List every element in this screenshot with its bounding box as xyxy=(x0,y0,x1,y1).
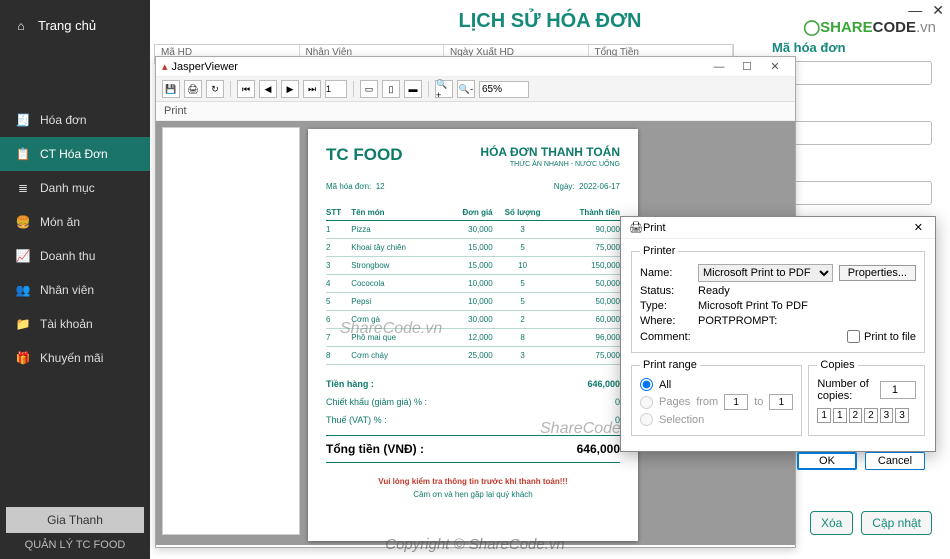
to-input[interactable] xyxy=(769,394,793,410)
update-button[interactable]: Cập nhật xyxy=(861,511,932,535)
viewer-sublabel: Print xyxy=(156,102,795,121)
nav-home[interactable]: ⌂ Trang chủ xyxy=(0,0,150,43)
viewer-close[interactable]: ✕ xyxy=(761,60,789,73)
nav-invoice-detail[interactable]: 📋CT Hóa Đơn xyxy=(0,137,150,171)
viewer-minimize[interactable]: — xyxy=(705,61,733,73)
collate-preview: 112233 xyxy=(817,408,916,423)
nav-home-label: Trang chủ xyxy=(38,18,96,33)
form-field-3[interactable] xyxy=(772,181,932,205)
zoom-in-icon[interactable]: 🔍+ xyxy=(435,80,453,98)
nav-invoice[interactable]: 🧾Hóa đơn xyxy=(0,103,150,137)
refresh-icon[interactable]: ↻ xyxy=(206,80,224,98)
nav-revenue[interactable]: 📈Doanh thu xyxy=(0,239,150,273)
table-row: 3Strongbow15,00010150,000 xyxy=(326,257,620,275)
last-page-icon[interactable]: ⏭ xyxy=(303,80,321,98)
actual-size-icon[interactable]: ▭ xyxy=(360,80,378,98)
first-page-icon[interactable]: ⏮ xyxy=(237,80,255,98)
detail-icon: 📋 xyxy=(16,147,30,161)
cancel-button[interactable]: Cancel xyxy=(865,452,925,470)
ok-button[interactable]: OK xyxy=(797,452,857,470)
invoice-note: Vui lòng kiểm tra thông tin trước khi th… xyxy=(326,477,620,486)
copies-input[interactable] xyxy=(880,381,916,399)
nav-food[interactable]: 🍔Món ăn xyxy=(0,205,150,239)
invoice-title: HÓA ĐƠN THANH TOÁN xyxy=(480,145,620,159)
table-row: 5Pepsi10,000550,000 xyxy=(326,293,620,311)
print-icon[interactable]: 🖨 xyxy=(184,80,202,98)
table-row: 8Cơm cháy25,000375,000 xyxy=(326,347,620,365)
nav-staff[interactable]: 👥Nhân viên xyxy=(0,273,150,307)
from-input[interactable] xyxy=(724,394,748,410)
print-to-file-check[interactable] xyxy=(847,330,860,343)
print-title: Print xyxy=(643,222,910,234)
folder-icon: 📁 xyxy=(16,317,30,331)
viewer-toolbar: 💾 🖨 ↻ ⏮ ◀ ▶ ⏭ ▭ ▯ ▬ 🔍+ 🔍- xyxy=(156,77,795,102)
invoice-icon: 🧾 xyxy=(16,113,30,127)
viewer-title: JasperViewer xyxy=(172,61,705,73)
current-user[interactable]: Gia Thanh xyxy=(6,507,144,533)
invoice-id-label: Mã hóa đơn xyxy=(772,40,932,55)
prev-page-icon[interactable]: ◀ xyxy=(259,80,277,98)
print-dialog: 🖨 Print ✕ Printer Name: Microsoft Print … xyxy=(620,216,936,452)
fit-page-icon[interactable]: ▯ xyxy=(382,80,400,98)
table-row: 7Phô mai que12,000896,000 xyxy=(326,329,620,347)
copies-fieldset: Copies Number of copies: 112233 xyxy=(808,359,925,436)
zoom-out-icon[interactable]: 🔍- xyxy=(457,80,475,98)
app-brand: QUẢN LÝ TC FOOD xyxy=(0,533,150,559)
chart-icon: 📈 xyxy=(16,249,30,263)
invoice-brand: TC FOOD xyxy=(326,145,403,168)
page-title: LỊCH SỬ HÓA ĐƠN xyxy=(150,10,950,33)
range-all[interactable] xyxy=(640,378,653,391)
nav-promo[interactable]: 🎁Khuyến mãi xyxy=(0,341,150,375)
properties-button[interactable]: Properties... xyxy=(839,265,916,281)
gift-icon: 🎁 xyxy=(16,351,30,365)
nav-category[interactable]: ≣Danh mục xyxy=(0,171,150,205)
fit-width-icon[interactable]: ▬ xyxy=(404,80,422,98)
copyright-watermark: Copyright © ShareCode.vn xyxy=(385,536,564,553)
invoice-page: TC FOOD HÓA ĐƠN THANH TOÁN THỨC ĂN NHANH… xyxy=(308,129,638,541)
viewer-maximize[interactable]: ☐ xyxy=(733,60,761,73)
delete-button[interactable]: Xóa xyxy=(810,511,853,535)
next-page-icon[interactable]: ▶ xyxy=(281,80,299,98)
printer-fieldset: Printer Name: Microsoft Print to PDF Pro… xyxy=(631,245,925,353)
food-icon: 🍔 xyxy=(16,215,30,229)
table-row: 1Pizza30,000390,000 xyxy=(326,221,620,239)
invoice-table: STT Tên món Đơn giá Số lượng Thành tiền … xyxy=(326,205,620,365)
invoice-subtitle: THỨC ĂN NHANH - NƯỚC UỐNG xyxy=(480,161,620,168)
table-row: 4Cococola10,000550,000 xyxy=(326,275,620,293)
range-pages xyxy=(640,396,653,409)
range-fieldset: Print range All Pages from to Selection xyxy=(631,359,802,436)
table-row: 6Cơm gà30,000260,000 xyxy=(326,311,620,329)
invoice-id-input[interactable] xyxy=(772,61,932,85)
sidebar: ⌂ Trang chủ 🧾Hóa đơn 📋CT Hóa Đơn ≣Danh m… xyxy=(0,0,150,559)
nav-account[interactable]: 📁Tài khoản xyxy=(0,307,150,341)
people-icon: 👥 xyxy=(16,283,30,297)
save-icon[interactable]: 💾 xyxy=(162,80,180,98)
zoom-input[interactable] xyxy=(479,81,529,98)
list-icon: ≣ xyxy=(16,181,30,195)
page-number-input[interactable] xyxy=(325,80,347,98)
jasper-icon: ▴ xyxy=(162,60,168,73)
table-row: 2Khoai tây chiên15,000575,000 xyxy=(326,239,620,257)
form-field-2[interactable] xyxy=(772,121,932,145)
range-selection xyxy=(640,413,653,426)
invoice-thanks: Cảm ơn và hẹn gặp lại quý khách xyxy=(326,490,620,499)
print-close[interactable]: ✕ xyxy=(910,221,927,234)
home-icon: ⌂ xyxy=(14,19,28,33)
print-icon: 🖨 xyxy=(629,221,643,234)
printer-select[interactable]: Microsoft Print to PDF xyxy=(698,264,833,282)
